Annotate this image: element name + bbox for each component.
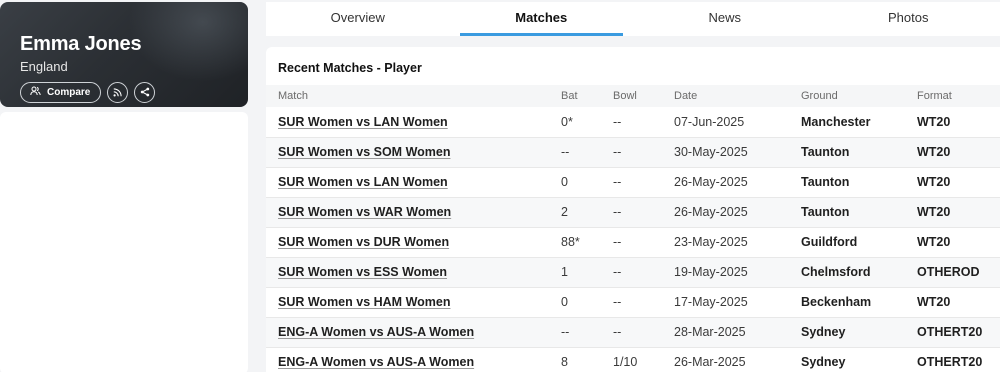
column-header-match: Match	[278, 90, 308, 102]
ground-cell: Manchester	[801, 114, 871, 129]
ground-cell: Taunton	[801, 175, 850, 189]
share-button[interactable]	[134, 82, 156, 103]
recent-matches-panel: Recent Matches - Player Match Bat Bowl D…	[266, 47, 1000, 372]
bowl-cell: --	[613, 295, 622, 309]
match-link[interactable]: SUR Women vs HAM Women	[278, 295, 450, 309]
format-cell: WT20	[917, 205, 951, 219]
table-row: SUR Women vs WAR Women 2 -- 26-May-2025 …	[266, 197, 1000, 227]
match-link[interactable]: SUR Women vs SOM Women	[278, 145, 450, 159]
match-link[interactable]: ENG-A Women vs AUS-A Women	[278, 325, 474, 339]
bat-cell: 0*	[561, 114, 573, 129]
table-row: SUR Women vs ESS Women 1 -- 19-May-2025 …	[266, 257, 1000, 287]
date-cell: 28-Mar-2025	[674, 325, 746, 339]
ground-cell: Chelmsford	[801, 265, 871, 279]
bowl-cell: --	[613, 114, 622, 129]
bat-cell: 1	[561, 265, 568, 279]
bowl-cell: --	[613, 205, 622, 219]
date-cell: 19-May-2025	[674, 265, 748, 279]
ground-cell: Sydney	[801, 325, 846, 339]
tab-news[interactable]: News	[633, 2, 817, 36]
format-cell: WT20	[917, 145, 951, 159]
ground-cell: Sydney	[801, 355, 846, 369]
format-cell: OTHERT20	[917, 355, 983, 369]
table-row: ENG-A Women vs AUS-A Women -- -- 28-Mar-…	[266, 317, 1000, 347]
date-cell: 23-May-2025	[674, 235, 748, 249]
match-link[interactable]: SUR Women vs DUR Women	[278, 235, 449, 249]
date-cell: 17-May-2025	[674, 295, 748, 309]
bat-cell: 0	[561, 175, 568, 189]
table-row: SUR Women vs LAN Women 0* -- 07-Jun-2025…	[266, 107, 1000, 137]
format-cell: WT20	[917, 114, 951, 129]
rss-button[interactable]	[107, 82, 129, 103]
bat-cell: 0	[561, 295, 568, 309]
bowl-cell: --	[613, 175, 622, 189]
bat-cell: 8	[561, 355, 568, 369]
match-link[interactable]: SUR Women vs LAN Women	[278, 175, 448, 189]
ground-cell: Taunton	[801, 205, 850, 219]
match-link[interactable]: SUR Women vs WAR Women	[278, 205, 451, 219]
bowl-cell: 1/10	[613, 355, 638, 369]
match-link[interactable]: ENG-A Women vs AUS-A Women	[278, 355, 474, 369]
date-cell: 07-Jun-2025	[674, 114, 745, 129]
format-cell: WT20	[917, 295, 951, 309]
bat-cell: --	[561, 145, 570, 159]
player-tabs: Overview Matches News Photos	[266, 2, 1000, 36]
compare-label: Compare	[47, 87, 91, 98]
ground-cell: Taunton	[801, 145, 850, 159]
format-cell: WT20	[917, 235, 951, 249]
match-link[interactable]: SUR Women vs LAN Women	[278, 115, 448, 129]
table-row: SUR Women vs HAM Women 0 -- 17-May-2025 …	[266, 287, 1000, 317]
format-cell: WT20	[917, 175, 951, 189]
column-header-bowl: Bowl	[613, 90, 637, 102]
column-header-ground: Ground	[801, 90, 838, 102]
panel-title: Recent Matches - Player	[278, 61, 422, 75]
users-icon	[30, 86, 41, 99]
tab-overview[interactable]: Overview	[266, 2, 450, 36]
rss-icon	[113, 84, 123, 102]
card-actions: Compare	[20, 82, 156, 103]
column-header-date: Date	[674, 90, 698, 102]
tab-photos[interactable]: Photos	[817, 2, 1000, 36]
bowl-cell: --	[613, 235, 622, 249]
date-cell: 30-May-2025	[674, 145, 748, 159]
player-card: Emma Jones England Compare	[0, 2, 248, 107]
bat-cell: 88*	[561, 235, 580, 249]
table-row: SUR Women vs SOM Women -- -- 30-May-2025…	[266, 137, 1000, 167]
player-country: England	[20, 59, 68, 74]
bowl-cell: --	[613, 145, 622, 159]
date-cell: 26-Mar-2025	[674, 355, 746, 369]
bowl-cell: --	[613, 325, 622, 339]
date-cell: 26-May-2025	[674, 175, 748, 189]
tab-matches[interactable]: Matches	[450, 2, 634, 36]
compare-button[interactable]: Compare	[20, 82, 102, 103]
bat-cell: 2	[561, 205, 568, 219]
bat-cell: --	[561, 325, 570, 339]
ground-cell: Guildford	[801, 235, 858, 249]
table-row: SUR Women vs DUR Women 88* -- 23-May-202…	[266, 227, 1000, 257]
column-header-bat: Bat	[561, 90, 578, 102]
bowl-cell: --	[613, 265, 622, 279]
date-cell: 26-May-2025	[674, 205, 748, 219]
format-cell: OTHEROD	[917, 265, 980, 279]
table-header-row: Match Bat Bowl Date Ground Format	[266, 85, 1000, 107]
ground-cell: Beckenham	[801, 295, 872, 309]
match-link[interactable]: SUR Women vs ESS Women	[278, 265, 447, 279]
format-cell: OTHERT20	[917, 325, 983, 339]
card-background-image	[128, 2, 248, 82]
table-row: SUR Women vs LAN Women 0 -- 26-May-2025 …	[266, 167, 1000, 197]
share-icon	[140, 84, 150, 102]
player-name: Emma Jones	[20, 33, 142, 55]
left-sidebar-panel	[0, 112, 248, 372]
table-row: ENG-A Women vs AUS-A Women 8 1/10 26-Mar…	[266, 347, 1000, 372]
column-header-format: Format	[917, 90, 952, 102]
matches-table: Match Bat Bowl Date Ground Format SUR Wo…	[266, 85, 1000, 372]
